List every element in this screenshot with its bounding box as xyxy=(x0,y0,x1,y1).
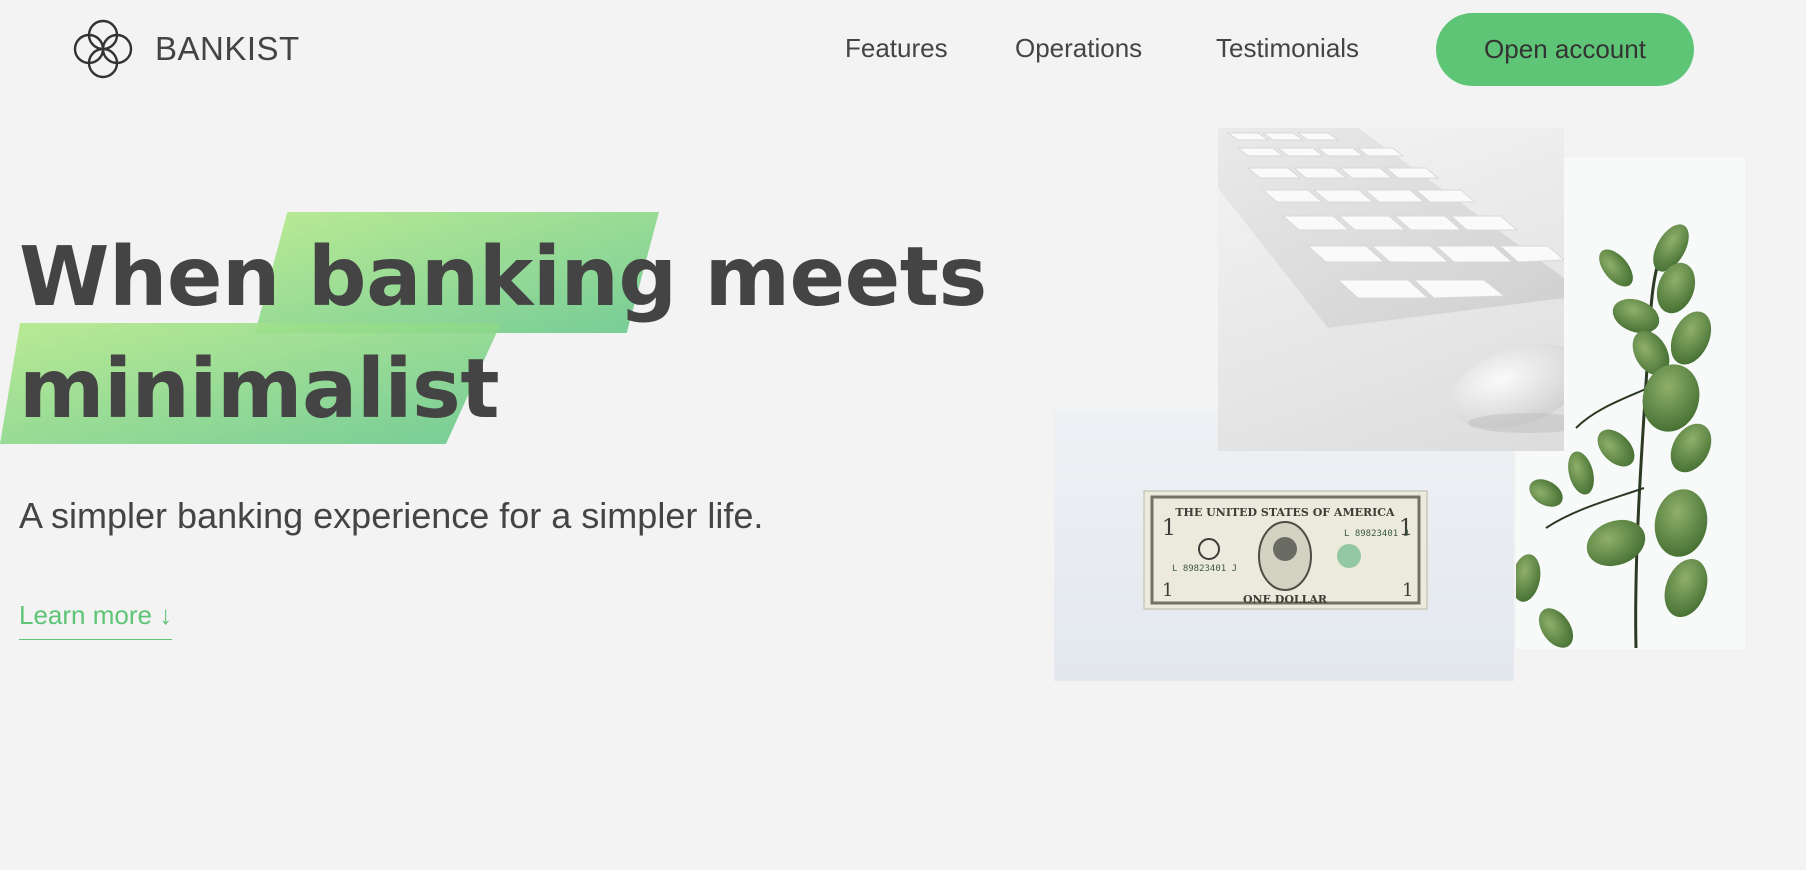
learn-more-link[interactable]: Learn more ↓ xyxy=(19,600,173,640)
dollar-serial-left: L 89823401 J xyxy=(1172,564,1237,574)
keyboard-illustration xyxy=(1218,128,1564,433)
headline-line-2: minimalist xyxy=(19,334,987,446)
hero-subtitle: A simpler banking experience for a simpl… xyxy=(19,495,764,536)
headline-word-meets: meets xyxy=(704,230,988,325)
dollar-corner-tl: 1 xyxy=(1162,516,1176,541)
nav-link-testimonials[interactable]: Testimonials xyxy=(1216,33,1359,64)
headline-word-when: When xyxy=(19,230,280,325)
keyboard-mouse-image xyxy=(1218,128,1564,451)
dollar-corner-bl: 1 xyxy=(1162,580,1173,601)
headline-line-1: When banking meets xyxy=(19,222,987,334)
nav-link-features[interactable]: Features xyxy=(845,33,948,64)
dollar-bill-image: THE UNITED STATES OF AMERICA 1 1 1 1 L 8… xyxy=(1054,411,1514,681)
nav-link-operations[interactable]: Operations xyxy=(1015,33,1142,64)
dollar-top-text: THE UNITED STATES OF AMERICA xyxy=(1175,506,1395,519)
open-account-button[interactable]: Open account xyxy=(1436,13,1694,86)
dollar-serial-right: L 89823401 J xyxy=(1344,529,1409,539)
headline-word-minimalist: minimalist xyxy=(19,342,500,437)
brand-name: BANKIST xyxy=(155,30,300,67)
dollar-denomination: ONE DOLLAR xyxy=(1243,593,1328,606)
headline-word-banking: banking xyxy=(307,230,677,325)
dollar-bill-illustration: THE UNITED STATES OF AMERICA 1 1 1 1 L 8… xyxy=(1143,490,1428,610)
dollar-corner-br: 1 xyxy=(1402,580,1413,601)
page: BANKIST Features Operations Testimonials… xyxy=(0,0,1806,870)
top-navigation: BANKIST Features Operations Testimonials… xyxy=(0,0,1806,98)
bankist-logo-icon[interactable] xyxy=(68,14,138,84)
